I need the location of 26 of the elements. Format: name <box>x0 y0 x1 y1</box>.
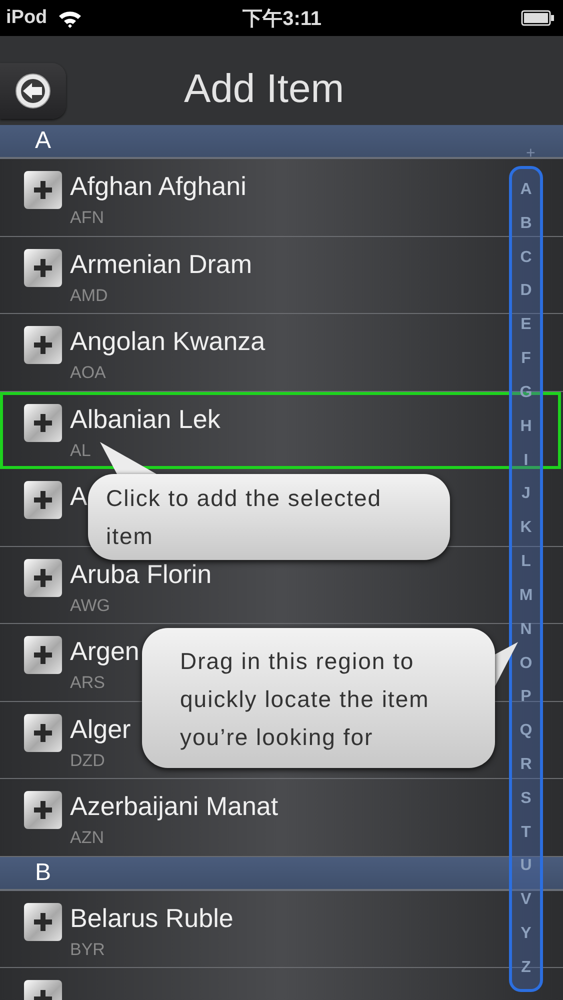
currency-code: BYR <box>70 940 105 960</box>
currency-name: Azerbaijani Manat <box>70 790 278 822</box>
currency-name: Alger <box>70 712 131 744</box>
currency-name: Angolan Kwanza <box>70 325 266 357</box>
currency-code: AOA <box>70 363 106 383</box>
currency-code: AFN <box>70 208 104 228</box>
tooltip: Drag in this region to quickly locate the item you’re looking for <box>142 628 495 768</box>
tooltip: Click to add the selected item <box>88 474 450 560</box>
section-letter: A <box>35 127 52 155</box>
section-letter: B <box>35 858 52 886</box>
currency-name: A <box>70 480 88 512</box>
currency-code: AL <box>70 440 91 460</box>
currency-code: ARS <box>70 673 105 693</box>
currency-name: Albanian Lek <box>70 402 220 434</box>
currency-name: Argen <box>70 635 140 667</box>
currency-name: Belarus Ruble <box>70 902 234 934</box>
currency-code: AMD <box>70 286 108 306</box>
page-title: Add Item <box>184 67 344 112</box>
currency-code: AZN <box>70 828 104 848</box>
currency-name: Armenian Dram <box>70 248 252 280</box>
currency-name: Aruba Florin <box>70 558 212 590</box>
currency-name: Afghan Afghani <box>70 170 246 202</box>
currency-code: AWG <box>70 596 110 616</box>
carrier-label: iPod <box>6 7 48 29</box>
status-time: 下午3:11 <box>242 6 322 32</box>
currency-code: DZD <box>70 750 105 770</box>
